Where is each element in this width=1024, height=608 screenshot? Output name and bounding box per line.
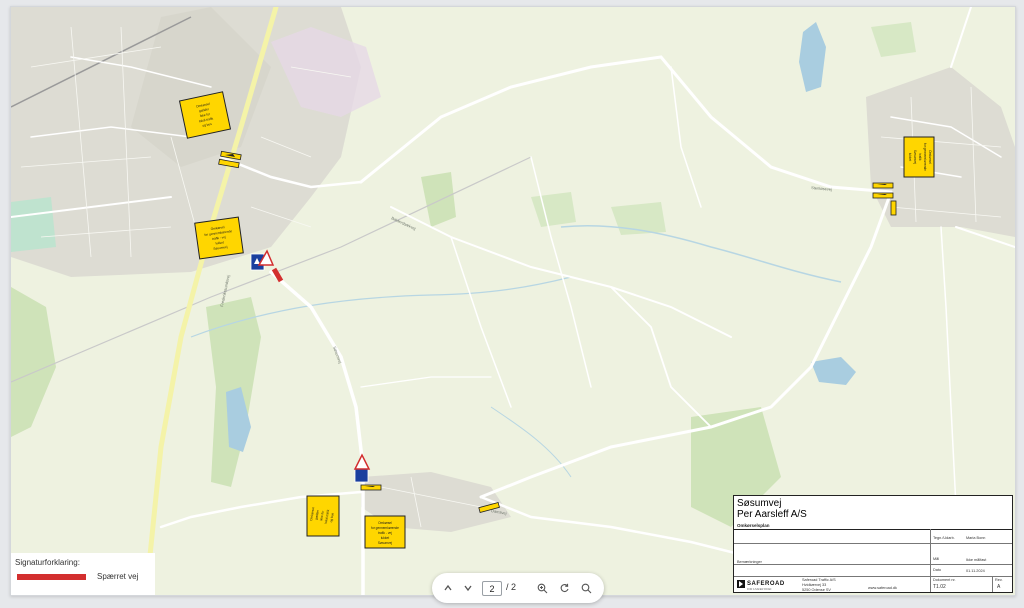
- company-name: Saferoad Traffic A/S: [802, 578, 836, 582]
- legend-label-closed-road: Spærret vej: [97, 572, 139, 581]
- zoom-in-button[interactable]: [532, 578, 552, 598]
- drawn-label: Tegn./Udarb.: [933, 536, 955, 540]
- company-address-2: 5250 Odense SV: [802, 588, 831, 592]
- scale-label: Mål: [933, 557, 940, 561]
- sign-5-line-5: Søsumvej: [378, 541, 392, 545]
- next-page-button[interactable]: [458, 578, 478, 598]
- brand-tagline: FOR A SAFER ROAD: [747, 588, 772, 591]
- date-value: 01.11.2024: [966, 569, 985, 573]
- title-block: Søsumvej Per Aarsleff A/S Omkørselsplan …: [733, 495, 1013, 593]
- sign-5-line-1: Omkørsel: [378, 521, 392, 525]
- saferoad-logo-icon: [737, 580, 745, 588]
- company-website: www.saferoad.dk: [868, 586, 897, 590]
- scale-value: Ikke målfast: [966, 558, 987, 562]
- sign-5-line-3: trafik - vej: [378, 531, 392, 535]
- search-icon: [581, 583, 591, 593]
- chevron-down-icon: [464, 585, 472, 592]
- page-total: / 2: [506, 582, 517, 592]
- sign-3-line-2: for gennemkørende: [923, 143, 927, 171]
- revision-label: Rev.: [995, 578, 1003, 582]
- page-number-input[interactable]: [482, 581, 502, 596]
- sign-5-line-4: lukket: [381, 536, 389, 540]
- chevron-up-icon: [444, 584, 452, 591]
- rotate-icon: [560, 583, 569, 592]
- detour-sign-5: Omkørsel for gennemkørende trafik - vej …: [364, 515, 406, 549]
- detour-sign-4: Omkørsel gælder ikke for lokal trafik og…: [306, 495, 340, 537]
- sign-5-line-2: for gennemkørende: [371, 526, 399, 530]
- map-page: Søsumvej Damsvej Stenløsevej Baldersbækv…: [10, 6, 1016, 596]
- rotate-button[interactable]: [554, 578, 574, 598]
- project-name: Søsumvej: [737, 498, 782, 509]
- search-button[interactable]: [576, 578, 596, 598]
- legend-title: Signaturforklaring:: [15, 558, 80, 567]
- map-legend: Signaturforklaring: Spærret vej: [11, 553, 155, 595]
- legend-swatch-closed-road: [17, 574, 86, 580]
- brand-name: SAFEROAD: [747, 581, 785, 587]
- detour-sign-2: Omkørsel for gennemkørende trafik - vej …: [194, 216, 244, 260]
- revision-value: A: [997, 584, 1001, 590]
- sign-3-line-3: trafik: [918, 154, 922, 161]
- zoom-in-icon: [537, 583, 547, 593]
- date-label: Dato: [933, 568, 942, 572]
- pdf-toolbar: / 2: [432, 573, 604, 603]
- document-type: Omkørselsplan: [737, 523, 770, 528]
- company-address-1: Hvidkærvej 33: [802, 583, 827, 587]
- previous-page-button[interactable]: [438, 578, 458, 598]
- document-number-label: Dokument nr.: [933, 578, 956, 582]
- sign-3-line-4: Søsumvej: [913, 150, 917, 164]
- sign-3-line-1: Omkørsel: [928, 150, 932, 164]
- sign-3-line-5: lukket: [908, 153, 912, 161]
- client-name: Per Aarsleff A/S: [737, 509, 807, 520]
- drawn-value: Maria Bonn: [966, 536, 986, 540]
- pdf-viewer: Søsumvej Damsvej Stenløsevej Baldersbækv…: [0, 0, 1024, 608]
- document-number-value: T1.02: [933, 584, 946, 590]
- detour-sign-3: Omkørsel for gennemkørende trafik Søsumv…: [903, 136, 935, 178]
